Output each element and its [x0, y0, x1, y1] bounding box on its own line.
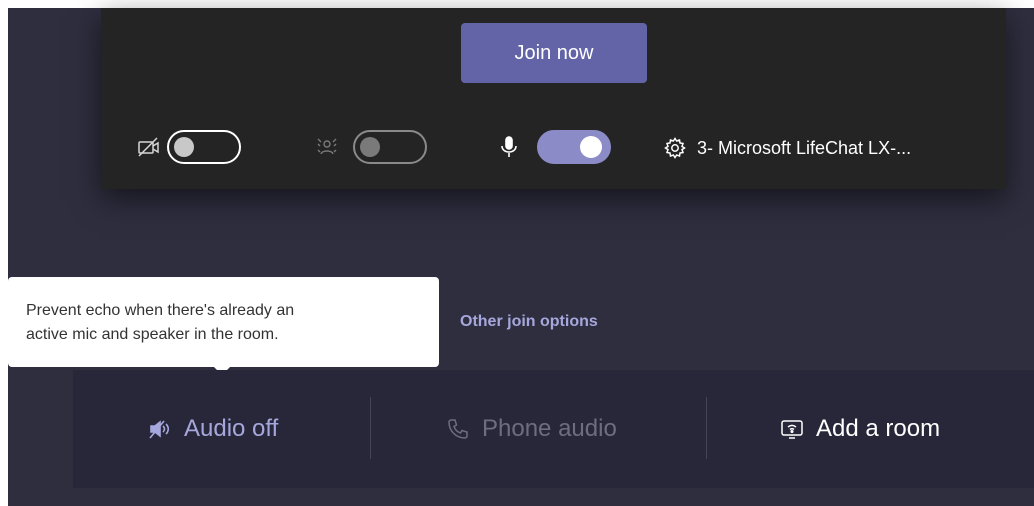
- gear-icon: [663, 136, 687, 160]
- room-device-icon: [780, 417, 804, 441]
- speaker-off-icon: [148, 417, 172, 441]
- microphone-control: [497, 130, 611, 164]
- phone-audio-label: Phone audio: [482, 415, 617, 442]
- tooltip: Prevent echo when there's already an act…: [8, 277, 439, 367]
- microphone-toggle[interactable]: [537, 130, 611, 164]
- prejoin-panel: Join now 3- Microsoft LifeChat LX-...: [101, 8, 1006, 189]
- audio-device-label: 3- Microsoft LifeChat LX-...: [697, 137, 912, 158]
- phone-audio-option[interactable]: Phone audio: [446, 370, 617, 488]
- audio-off-option[interactable]: Audio off: [148, 370, 278, 488]
- option-divider: [370, 397, 371, 459]
- camera-control: [137, 130, 241, 164]
- microphone-icon: [497, 135, 521, 159]
- join-now-button[interactable]: Join now: [461, 23, 647, 83]
- background-effects-toggle[interactable]: [353, 130, 427, 164]
- background-effects-control: [315, 130, 427, 164]
- option-divider: [706, 397, 707, 459]
- tooltip-line-1: Prevent echo when there's already an: [26, 302, 295, 319]
- window-left-edge: [0, 0, 8, 506]
- camera-toggle[interactable]: [167, 130, 241, 164]
- window-top-edge: [0, 0, 1034, 8]
- add-room-label: Add a room: [816, 415, 941, 442]
- other-join-options-heading: Other join options: [460, 313, 598, 330]
- background-blur-icon: [315, 135, 339, 159]
- audio-options-bar: Audio off Phone audio Add a room: [73, 370, 1034, 488]
- camera-off-icon: [137, 135, 161, 159]
- audio-off-label: Audio off: [184, 415, 279, 442]
- phone-icon: [446, 417, 470, 441]
- tooltip-line-2: active mic and speaker in the room.: [26, 326, 279, 343]
- device-settings-button[interactable]: 3- Microsoft LifeChat LX-...: [663, 136, 911, 160]
- add-room-option[interactable]: Add a room: [780, 370, 940, 488]
